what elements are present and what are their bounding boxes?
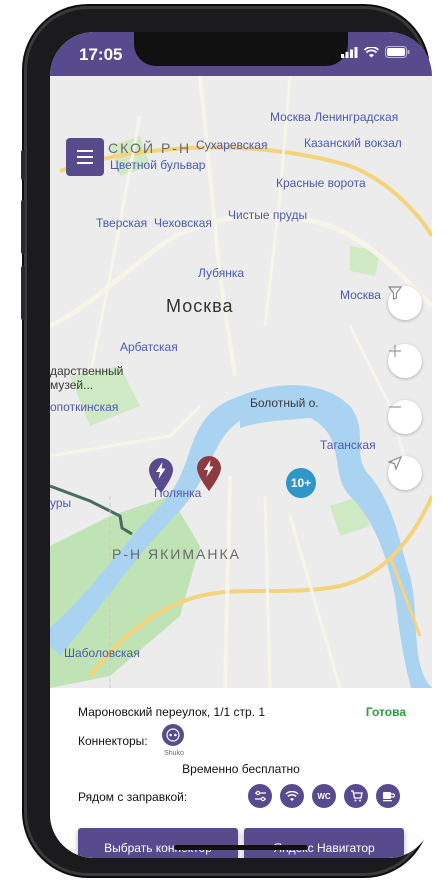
filter-icon	[388, 286, 402, 300]
minus-icon	[389, 406, 401, 408]
coffee-icon	[382, 792, 395, 802]
status-time: 17:05	[79, 45, 123, 64]
map-label-bolotny: Болотный о.	[250, 396, 319, 410]
map-label-arbatskaya: Арбатская	[120, 340, 178, 354]
status-icons	[341, 46, 410, 58]
map-label-leningradskaya: Москва Ленинградская	[270, 110, 399, 124]
screen: 17:05 Москва СКОЙ Р-Н Р-Н ЯКИМАНКА Москв…	[50, 32, 432, 858]
zoom-in-button[interactable]	[388, 344, 422, 378]
map-label-lubyanka: Лубянка	[198, 266, 245, 280]
amenity-settings	[248, 784, 272, 808]
map-label-shabolovskaya: Шаболовская	[64, 646, 140, 660]
zoom-out-button[interactable]	[388, 400, 422, 434]
map[interactable]: Москва СКОЙ Р-Н Р-Н ЯКИМАНКА Москва Лени…	[50, 76, 432, 688]
station-status: Готова	[365, 705, 406, 719]
home-indicator[interactable]	[174, 845, 308, 850]
map-label-kazansky: Казанский вокзал	[304, 136, 402, 150]
connectors-label: Коннекторы:	[78, 734, 148, 748]
map-label-tverskaya: Тверская	[96, 216, 148, 230]
wifi-status-icon	[364, 46, 379, 57]
map-label-ury: уры	[50, 496, 72, 510]
map-label-tsvetnoy: Цветной бульвар	[110, 158, 206, 172]
menu-icon-bar	[77, 150, 93, 152]
map-label-museum: дарственный музей...	[50, 364, 124, 392]
menu-icon-bar	[77, 162, 93, 164]
map-label-moskva: Москва	[166, 296, 234, 316]
locate-button[interactable]	[388, 456, 422, 490]
map-label-krasnye-vorota: Красные ворота	[276, 176, 366, 190]
navigation-arrow-icon	[388, 456, 402, 470]
price-text: Временно бесплатно	[182, 762, 300, 776]
map-label-taganskaya: Таганская	[320, 438, 376, 452]
status-bar: 17:05	[50, 32, 432, 76]
volume-up-button	[21, 200, 25, 254]
yandex-navigator-button[interactable]: Яндекс Навигатор	[244, 828, 404, 858]
filter-button[interactable]	[388, 286, 422, 320]
map-label-chekhovskaya: Чеховская	[154, 216, 212, 230]
wc-icon: WC	[317, 791, 331, 801]
signal-icon	[341, 46, 358, 58]
map-label-district-top: СКОЙ Р-Н	[108, 140, 192, 156]
station-marker-purple[interactable]	[148, 458, 174, 494]
map-label-sukharevskaya: Сухаревская	[196, 138, 268, 152]
notch	[134, 32, 348, 66]
battery-icon	[385, 46, 410, 58]
mute-switch	[21, 150, 25, 180]
map-label-chistye-prudy: Чистые пруды	[228, 208, 308, 222]
map-label-kropotkinskaya: опоткинская	[50, 400, 119, 414]
map-label-moskva-right: Москва	[340, 288, 381, 302]
wifi-icon	[285, 790, 299, 801]
amenity-wc: WC	[312, 784, 336, 808]
amenity-shop	[344, 784, 368, 808]
volume-down-button	[21, 266, 25, 320]
amenity-wifi	[280, 784, 304, 808]
plus-icon	[389, 345, 401, 357]
choose-connector-button[interactable]: Выбрать коннектор	[78, 828, 238, 858]
settings-icon	[254, 790, 266, 802]
menu-button[interactable]	[66, 138, 104, 176]
station-address: Мароновский переулок, 1/1 стр. 1	[78, 705, 266, 719]
station-marker-red[interactable]	[196, 456, 222, 492]
connector-shuko[interactable]	[162, 724, 184, 746]
map-label-yakimanka: Р-Н ЯКИМАНКА	[112, 546, 241, 562]
connector-name: Shuko	[164, 750, 184, 757]
station-panel: Мароновский переулок, 1/1 стр. 1 Готова …	[50, 688, 432, 858]
station-cluster[interactable]: 10+	[286, 468, 316, 498]
menu-icon-bar	[77, 156, 93, 158]
nearby-label: Рядом с заправкой:	[78, 790, 188, 804]
amenity-cafe	[376, 784, 400, 808]
cart-icon	[350, 790, 363, 802]
socket-icon	[166, 728, 180, 742]
